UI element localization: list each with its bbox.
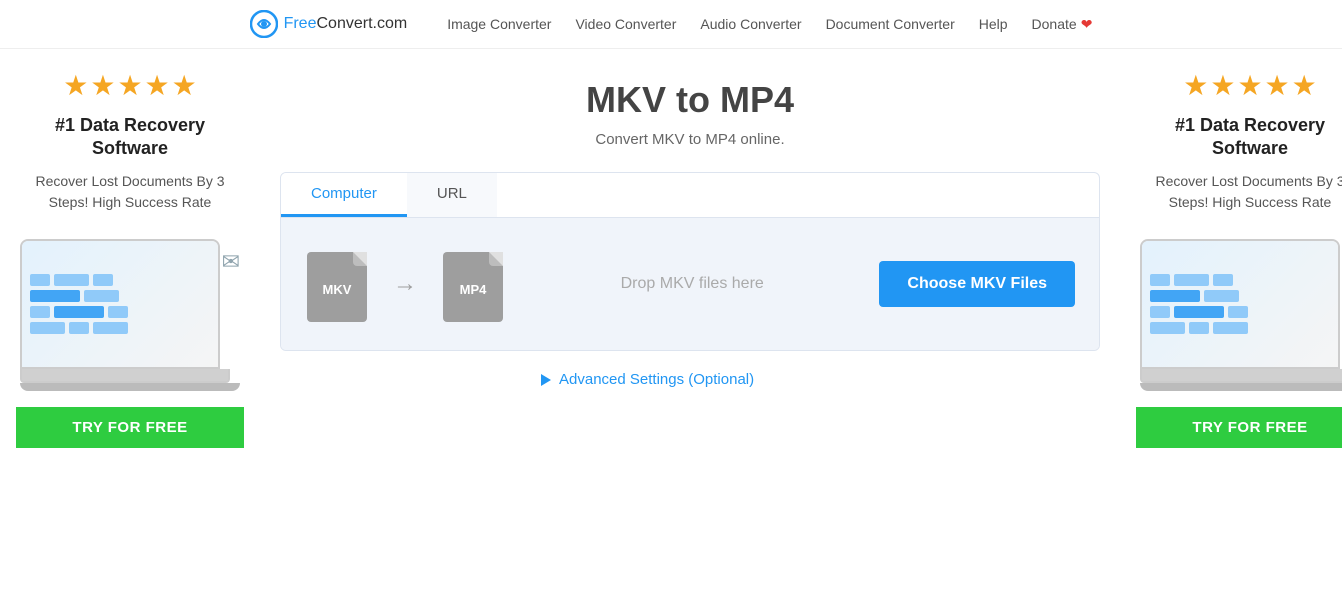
main-wrapper: ★ ★ ★ ★ ★ #1 Data Recovery Software Reco… (0, 49, 1342, 589)
mp4-label: MP4 (460, 282, 487, 297)
left-ad-title: #1 Data Recovery Software (16, 114, 244, 161)
right-ad-title: #1 Data Recovery Software (1136, 114, 1342, 161)
left-ad-laptop: ✉ (20, 239, 240, 391)
nav-audio-converter[interactable]: Audio Converter (700, 16, 801, 32)
logo[interactable]: FreeConvert.com (250, 10, 408, 38)
right-ad: ★ ★ ★ ★ ★ #1 Data Recovery Software Reco… (1120, 49, 1342, 589)
converter-tabs: Computer URL (281, 173, 1099, 218)
star-4: ★ (145, 69, 170, 102)
right-star-1: ★ (1183, 69, 1208, 102)
right-star-2: ★ (1210, 69, 1235, 102)
mkv-file-icon: MKV (305, 246, 369, 322)
tab-computer[interactable]: Computer (281, 173, 407, 217)
logo-text: FreeConvert.com (284, 15, 408, 33)
star-1: ★ (63, 69, 88, 102)
converter-body: MKV → MP4 Drop MKV files here Choose MKV… (281, 218, 1099, 350)
choose-files-button[interactable]: Choose MKV Files (879, 261, 1075, 307)
right-ad-desc: Recover Lost Documents By 3 Steps! High … (1136, 171, 1342, 213)
advanced-settings[interactable]: Advanced Settings (Optional) (541, 371, 754, 388)
heart-icon: ❤ (1081, 16, 1093, 33)
converter-box: Computer URL MKV → MP4 (280, 172, 1100, 351)
nav-document-converter[interactable]: Document Converter (826, 16, 955, 32)
right-ad-laptop: ✉ (1140, 239, 1342, 391)
page-subtitle: Convert MKV to MP4 online. (595, 131, 784, 148)
center-content: MKV to MP4 Convert MKV to MP4 online. Co… (260, 49, 1120, 589)
right-laptop-bottom (1140, 383, 1342, 391)
drop-zone[interactable]: Drop MKV files here (521, 275, 863, 293)
header: FreeConvert.com Image Converter Video Co… (0, 0, 1342, 49)
arrow-icon: → (393, 270, 417, 298)
advanced-settings-label: Advanced Settings (Optional) (559, 371, 754, 388)
nav-image-converter[interactable]: Image Converter (447, 16, 551, 32)
tab-url[interactable]: URL (407, 173, 497, 217)
nav-video-converter[interactable]: Video Converter (575, 16, 676, 32)
star-3: ★ (117, 69, 142, 102)
mkv-label: MKV (323, 282, 352, 297)
page-title: MKV to MP4 (586, 79, 794, 121)
laptop-base (20, 369, 230, 383)
drop-zone-text: Drop MKV files here (621, 275, 764, 293)
right-star-4: ★ (1265, 69, 1290, 102)
right-star-half: ★ (1292, 69, 1317, 102)
laptop-screen (22, 241, 218, 367)
nav-donate[interactable]: Donate ❤ (1032, 16, 1093, 33)
logo-icon (250, 10, 278, 38)
triangle-icon (541, 374, 551, 386)
laptop-bottom (20, 383, 240, 391)
mp4-file-icon: MP4 (441, 246, 505, 322)
star-half: ★ (172, 69, 197, 102)
left-try-button[interactable]: TRY FOR FREE (16, 407, 244, 448)
right-ad-stars: ★ ★ ★ ★ ★ (1183, 69, 1317, 102)
right-laptop-base (1140, 369, 1342, 383)
left-ad-stars: ★ ★ ★ ★ ★ (63, 69, 197, 102)
mkv-shape: MKV (307, 252, 367, 322)
laptop-body (20, 239, 220, 369)
star-2: ★ (90, 69, 115, 102)
left-ad: ★ ★ ★ ★ ★ #1 Data Recovery Software Reco… (0, 49, 260, 589)
envelope-icon: ✉ (222, 249, 240, 275)
right-try-button[interactable]: TRY FOR FREE (1136, 407, 1342, 448)
nav-help[interactable]: Help (979, 16, 1008, 32)
left-ad-desc: Recover Lost Documents By 3 Steps! High … (16, 171, 244, 213)
header-nav: Image Converter Video Converter Audio Co… (447, 16, 1092, 33)
right-laptop-body (1140, 239, 1340, 369)
right-laptop-screen (1142, 241, 1338, 367)
mp4-shape: MP4 (443, 252, 503, 322)
right-star-3: ★ (1237, 69, 1262, 102)
